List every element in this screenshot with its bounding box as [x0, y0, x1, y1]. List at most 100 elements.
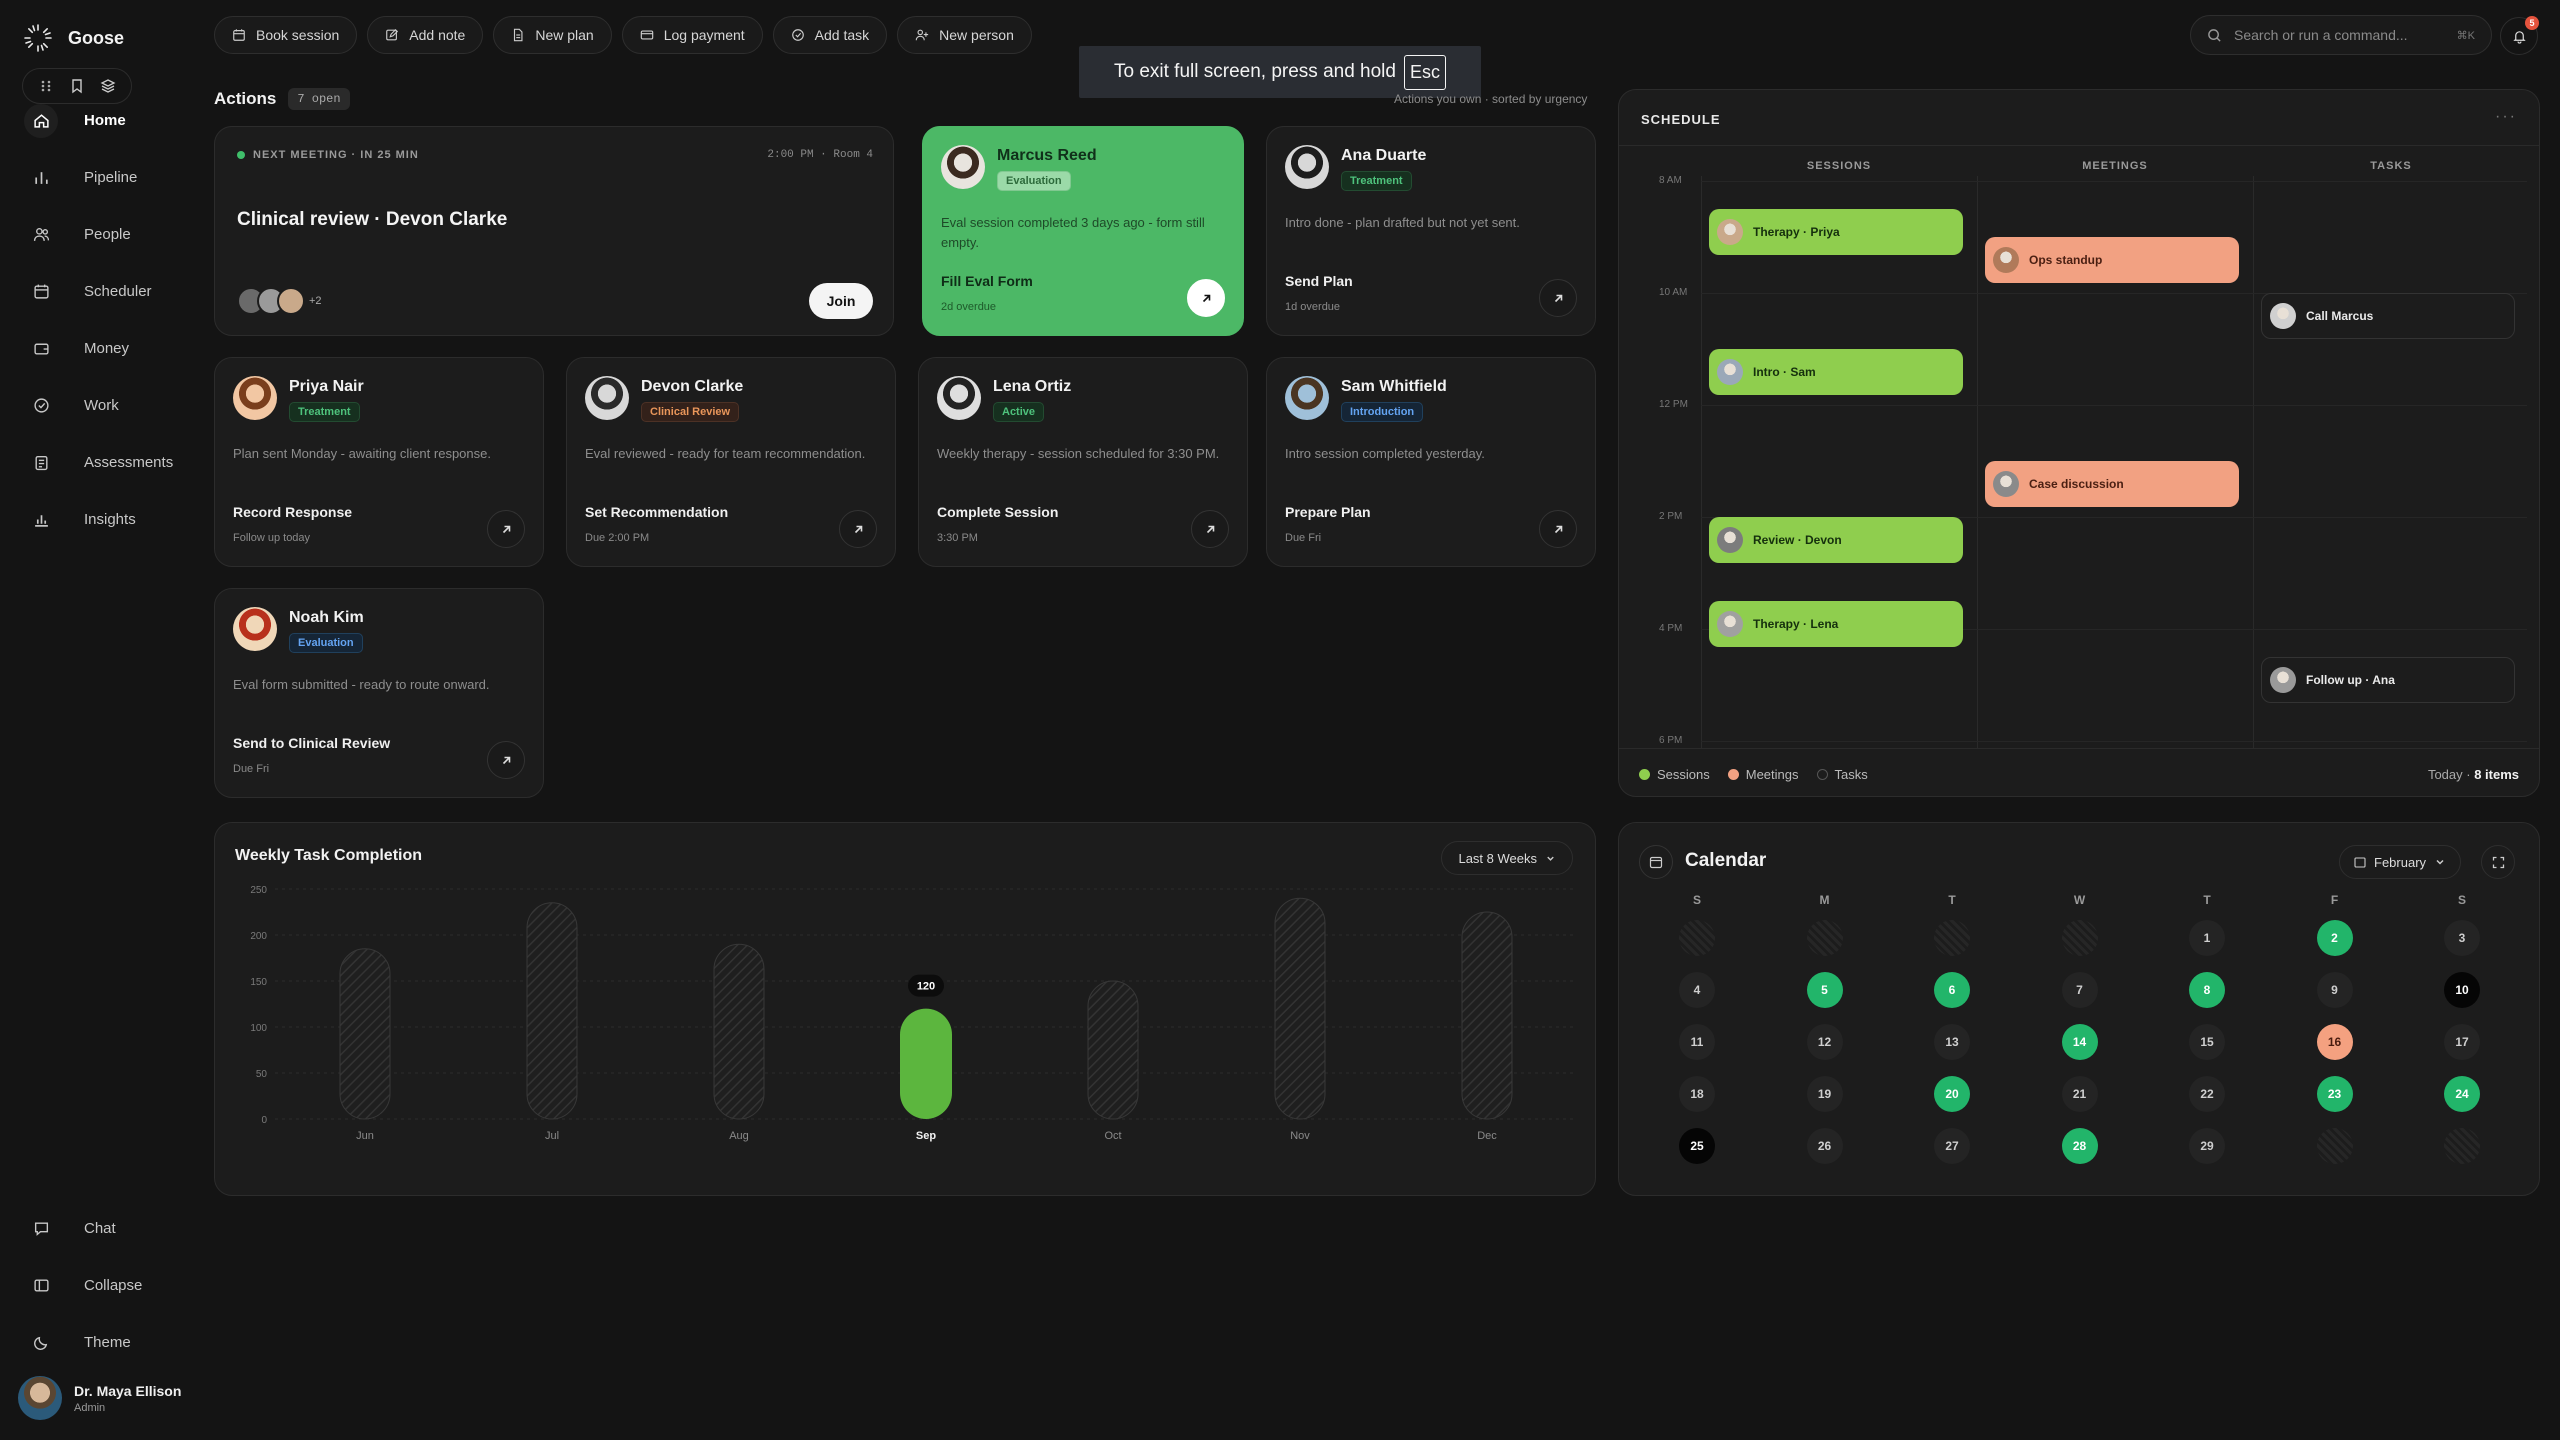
calendar-day[interactable]: 27 [1934, 1128, 1970, 1164]
calendar-day[interactable]: 1 [2189, 920, 2225, 956]
calendar-day[interactable]: 23 [2316, 1076, 2353, 1112]
command-search[interactable]: Search or run a command... ⌘K [2190, 15, 2492, 55]
sidebar-item-money[interactable]: Money [18, 320, 198, 377]
action-card-sam-whitfield[interactable]: Sam Whitfield Introduction Intro session c… [1266, 357, 1596, 567]
user-name: Dr. Maya Ellison [74, 1382, 182, 1399]
action-card-ana-duarte[interactable]: Ana Duarte Treatment Intro done - plan dra… [1266, 126, 1596, 336]
open-action-button[interactable] [1187, 279, 1225, 317]
calendar-day[interactable]: 21 [2061, 1076, 2098, 1112]
new-plan-button[interactable]: New plan [493, 16, 612, 54]
action-card-priya-nair[interactable]: Priya Nair Treatment Plan sent Monday - aw… [214, 357, 544, 567]
sidebar-item-work[interactable]: Work [18, 377, 198, 434]
calendar-day[interactable]: 11 [1679, 1024, 1715, 1060]
calendar-day[interactable]: 17 [2444, 1024, 2480, 1060]
month-dropdown[interactable]: February [2339, 845, 2462, 879]
action-card-lena-ortiz[interactable]: Lena Ortiz Active Weekly therapy - session… [918, 357, 1248, 567]
schedule-event[interactable]: Follow up · Ana [2261, 657, 2515, 703]
bar-nov[interactable] [1274, 897, 1326, 1120]
calendar-day[interactable]: 7 [2061, 972, 2098, 1008]
open-action-button[interactable] [1539, 279, 1577, 317]
open-action-button[interactable] [839, 510, 877, 548]
calendar-day[interactable]: 19 [1806, 1076, 1843, 1112]
sidebar-item-home[interactable]: Home [18, 92, 198, 149]
add-note-button[interactable]: Add note [367, 16, 484, 54]
card-icon [640, 30, 653, 40]
calendar-day[interactable]: 15 [2189, 1024, 2225, 1060]
calendar-day[interactable]: 8 [2189, 972, 2225, 1008]
action-card-devon-clarke[interactable]: Devon Clarke Clinical Review Eval reviewed… [566, 357, 896, 567]
bar-jul[interactable] [526, 902, 578, 1120]
brand[interactable]: Goose [22, 22, 124, 54]
open-action-button[interactable] [487, 510, 525, 548]
expand-button[interactable] [2481, 845, 2515, 879]
calendar-day[interactable]: 6 [1934, 972, 1970, 1008]
schedule-event[interactable]: Case discussion [1985, 461, 2239, 507]
calendar-day[interactable]: 12 [1806, 1024, 1843, 1060]
calendar-day[interactable]: 28 [2061, 1128, 2098, 1164]
sidebar-item-people[interactable]: People [18, 206, 198, 263]
user-profile[interactable]: Dr. Maya Ellison Admin [18, 1376, 181, 1420]
join-button[interactable]: Join [809, 283, 873, 319]
action-card-noah-kim[interactable]: Noah Kim Evaluation Eval form submitted - … [214, 588, 544, 798]
notifications-button[interactable]: 5 [2500, 16, 2539, 55]
calendar-day[interactable]: 29 [2189, 1128, 2225, 1164]
hour-label: 6 PM [1659, 735, 1683, 746]
schedule-event[interactable]: Call Marcus [2261, 293, 2515, 339]
log-payment-button[interactable]: Log payment [621, 16, 763, 54]
calendar-day[interactable]: 3 [2444, 920, 2480, 956]
x-tick-label: Jun [356, 1130, 374, 1142]
new-person-button[interactable]: New person [897, 16, 1032, 54]
sidebar-item-theme[interactable]: Theme [18, 1314, 198, 1371]
calendar-day-empty [1934, 920, 1970, 956]
open-action-button[interactable] [487, 741, 525, 779]
card-due: Due Fri [233, 763, 270, 775]
calendar-day[interactable]: 26 [1806, 1128, 1843, 1164]
sidebar-item-pipeline[interactable]: Pipeline [18, 149, 198, 206]
sidebar-item-insights[interactable]: Insights [18, 491, 198, 548]
calendar-day[interactable]: 20 [1934, 1076, 1970, 1112]
book-session-button[interactable]: Book session [214, 16, 358, 54]
calendar-day[interactable]: 22 [2189, 1076, 2225, 1112]
bar-sep[interactable] [900, 1008, 952, 1119]
card-due: Due Fri [1285, 532, 1322, 544]
schedule-event[interactable]: Therapy · Lena [1709, 601, 1963, 647]
schedule-event[interactable]: Review · Devon [1709, 517, 1963, 563]
calendar-day[interactable]: 10 [2444, 972, 2480, 1008]
clipboard-icon [30, 452, 52, 474]
calendar-day[interactable]: 4 [1679, 972, 1715, 1008]
y-tick-label: 50 [256, 1069, 268, 1080]
next-meeting-label-text: NEXT MEETING · IN 25 MIN [253, 149, 419, 161]
open-action-button[interactable] [1539, 510, 1577, 548]
sidebar-item-collapse[interactable]: Collapse [18, 1257, 198, 1314]
schedule-event[interactable]: Ops standup [1985, 237, 2239, 283]
sidebar-item-scheduler[interactable]: Scheduler [18, 263, 198, 320]
calendar-day[interactable]: 18 [1679, 1076, 1715, 1112]
schedule-event[interactable]: Intro · Sam [1709, 349, 1963, 395]
calendar-day[interactable]: 25 [1679, 1128, 1715, 1164]
calendar-icon [1639, 845, 1673, 879]
calendar-day[interactable]: 16 [2316, 1024, 2353, 1060]
sidebar-item-chat[interactable]: Chat [18, 1200, 198, 1257]
next-meeting-card[interactable]: NEXT MEETING · IN 25 MIN 2:00 PM · Room … [214, 126, 894, 336]
calendar-day[interactable]: 13 [1934, 1024, 1970, 1060]
sidebar-item-assessments[interactable]: Assessments [18, 434, 198, 491]
calendar-day[interactable]: 2 [2316, 920, 2353, 956]
card-action: Send Plan [1285, 273, 1353, 289]
bar-aug[interactable] [713, 943, 765, 1120]
calendar-day[interactable]: 14 [2061, 1024, 2098, 1060]
search-input[interactable]: Search or run a command... [2234, 27, 2408, 43]
bar-oct[interactable] [1087, 980, 1139, 1120]
bar-dec[interactable] [1461, 911, 1513, 1120]
x-tick-label: Aug [729, 1130, 749, 1142]
bar-jun[interactable] [339, 948, 391, 1120]
open-action-button[interactable] [1191, 510, 1229, 548]
avatar [941, 145, 985, 189]
weekday-label: T [2203, 893, 2211, 907]
add-task-button[interactable]: Add task [772, 16, 888, 54]
calendar-day[interactable]: 9 [2316, 972, 2353, 1008]
schedule-event[interactable]: Therapy · Priya [1709, 209, 1963, 255]
action-card-marcus-reed[interactable]: Marcus Reed Evaluation Eval session comple… [922, 126, 1244, 336]
calendar-day[interactable]: 5 [1806, 972, 1843, 1008]
more-options-icon[interactable]: ··· [2495, 108, 2517, 126]
calendar-day[interactable]: 24 [2444, 1076, 2480, 1112]
